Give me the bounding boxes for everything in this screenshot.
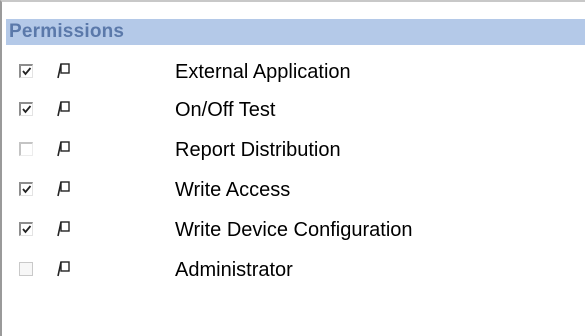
flag-icon[interactable] [55, 62, 73, 80]
permissions-header: Permissions [6, 19, 585, 45]
permission-checkbox[interactable] [19, 182, 33, 196]
permission-label: Write Device Configuration [175, 219, 413, 241]
permission-row: Administrator [2, 251, 582, 289]
checkmark-icon [22, 185, 32, 194]
checkmark-icon [22, 67, 32, 76]
flag-icon[interactable] [55, 220, 73, 238]
checkmark-icon [22, 105, 32, 114]
checkmark-icon [22, 225, 32, 234]
flag-icon[interactable] [55, 140, 73, 158]
flag-icon[interactable] [55, 100, 73, 118]
flag-icon[interactable] [55, 180, 73, 198]
permission-label: Write Access [175, 179, 291, 201]
flag-icon[interactable] [55, 260, 73, 278]
permission-checkbox[interactable] [19, 102, 33, 116]
permission-label: Report Distribution [175, 139, 341, 161]
permission-checkbox[interactable] [19, 64, 33, 78]
permission-row: On/Off Test [2, 91, 582, 129]
permissions-panel: Permissions External Application On/Off T… [0, 0, 585, 336]
permission-checkbox[interactable] [19, 222, 33, 236]
permission-checkbox[interactable] [19, 142, 33, 156]
permission-checkbox[interactable] [19, 262, 33, 276]
permission-row: External Application [2, 53, 582, 91]
permission-row: Write Device Configuration [2, 211, 582, 249]
permission-label: Administrator [175, 259, 293, 281]
permission-label: External Application [175, 61, 351, 83]
permission-row: Report Distribution [2, 131, 582, 169]
permission-label: On/Off Test [175, 99, 276, 121]
permission-row: Write Access [2, 171, 582, 209]
permissions-title: Permissions [9, 21, 125, 42]
